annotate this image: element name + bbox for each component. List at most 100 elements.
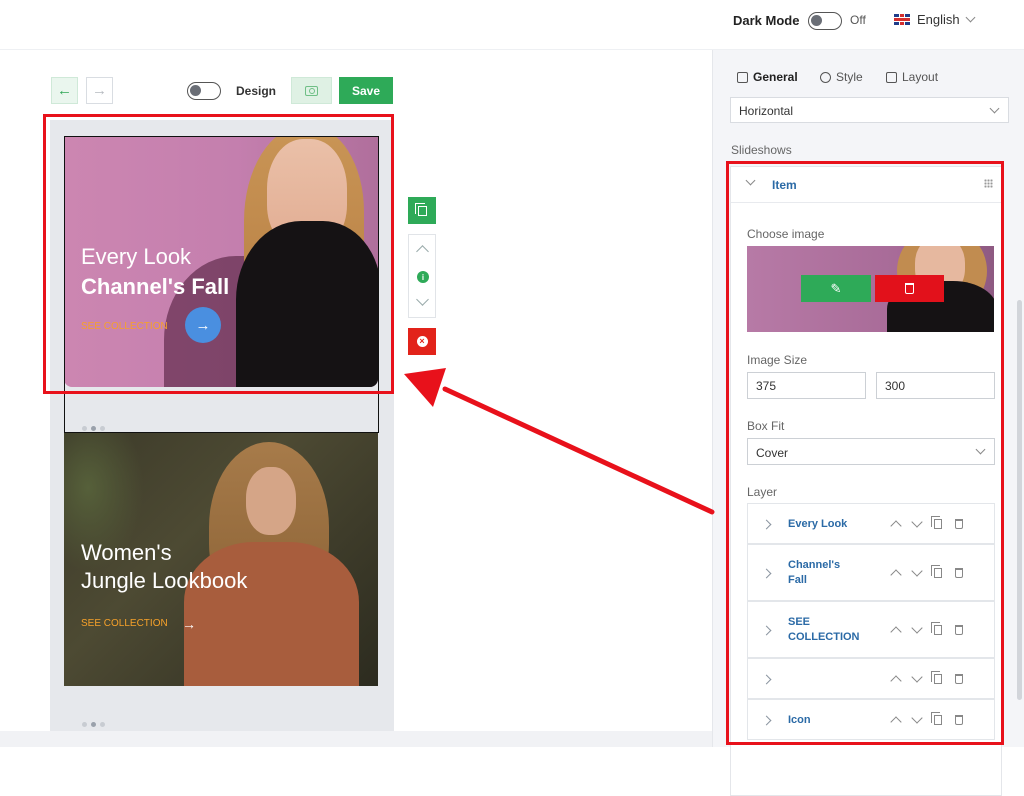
arrow-right-icon[interactable]: →: [182, 616, 196, 632]
pencil-icon: ✎: [830, 280, 842, 296]
edit-image-button[interactable]: ✎: [801, 275, 871, 302]
arrow-left-icon: ←: [57, 82, 72, 99]
direction-select[interactable]: Horizontal: [730, 97, 1009, 123]
chevron-up-icon[interactable]: [416, 245, 429, 258]
dark-mode-state: Off: [850, 13, 866, 27]
slide-2-line2: Jungle Lookbook: [81, 568, 248, 593]
reorder-controls: i: [408, 234, 436, 318]
chevron-up-icon[interactable]: [890, 520, 902, 532]
item-title: Item: [772, 178, 797, 192]
uk-flag-icon: [894, 14, 910, 25]
layer-label: Layer: [747, 485, 778, 499]
box-fit-select[interactable]: Cover: [747, 438, 995, 465]
layer-row[interactable]: Channel's Fall: [747, 544, 995, 601]
box-fit-label: Box Fit: [747, 419, 785, 433]
copy-icon[interactable]: [931, 622, 942, 635]
toggle-knob: [190, 85, 201, 96]
trash-icon[interactable]: [955, 674, 963, 684]
design-label: Design: [236, 84, 277, 98]
tab-label: Layout: [902, 70, 939, 84]
camera-icon: [305, 85, 318, 96]
chevron-right-icon[interactable]: [761, 519, 772, 530]
layer-tools: [890, 712, 963, 728]
layer-tools: [890, 516, 963, 532]
save-button[interactable]: Save: [339, 77, 393, 104]
chevron-down-icon: [989, 103, 1000, 114]
layer-tools: [890, 622, 963, 638]
close-circle-icon: ×: [416, 336, 428, 347]
chevron-right-icon[interactable]: [761, 625, 772, 636]
layout-icon: [886, 71, 897, 83]
arrow-right-icon: →: [195, 316, 211, 334]
image-width-input[interactable]: [747, 372, 866, 399]
layer-row[interactable]: Icon: [747, 699, 995, 740]
tab-label: Style: [836, 70, 863, 84]
chevron-up-icon[interactable]: [890, 626, 902, 638]
chevron-right-icon[interactable]: [761, 674, 772, 685]
design-toggle[interactable]: [187, 82, 221, 100]
copy-icon[interactable]: [931, 565, 942, 578]
chevron-down-icon: [745, 175, 756, 186]
slide-1-cta[interactable]: SEE COLLECTION: [81, 321, 168, 332]
chevron-up-icon[interactable]: [890, 716, 902, 728]
layer-name: Icon: [788, 714, 811, 726]
chevron-down-icon: [965, 12, 976, 23]
copy-icon[interactable]: [931, 671, 942, 684]
chevron-down-icon[interactable]: [911, 622, 923, 634]
layer-row[interactable]: Every Look: [747, 503, 995, 544]
slideshow-item: Item Choose image ✎ Image Size Box Fit C…: [730, 166, 1003, 796]
dark-mode-label: Dark Mode: [733, 13, 800, 28]
chevron-up-icon[interactable]: [890, 675, 902, 687]
slide-2-cta[interactable]: SEE COLLECTION: [81, 618, 168, 629]
back-button[interactable]: ←: [51, 77, 78, 104]
layer-name: Every Look: [788, 518, 848, 530]
trash-icon[interactable]: [955, 519, 963, 529]
layer-tools: [890, 565, 963, 581]
layer-row[interactable]: [747, 658, 995, 699]
panel-scrollbar[interactable]: [1017, 300, 1022, 700]
tab-general[interactable]: General: [737, 70, 798, 84]
copy-icon[interactable]: [931, 712, 942, 725]
slide-2[interactable]: Women's Jungle Lookbook SEE COLLECTION →: [64, 432, 378, 686]
image-size-label: Image Size: [747, 353, 808, 367]
remove-button[interactable]: ×: [408, 328, 436, 355]
chevron-down-icon[interactable]: [416, 293, 429, 306]
settings-panel: General Style Layout Horizontal Slidesho…: [712, 50, 1024, 796]
chevron-down-icon[interactable]: [911, 671, 923, 683]
tab-style[interactable]: Style: [820, 70, 863, 84]
chevron-down-icon[interactable]: [911, 712, 923, 724]
toggle-knob: [811, 15, 822, 26]
chevron-right-icon[interactable]: [761, 568, 772, 579]
tab-label: General: [753, 70, 798, 84]
box-fit-value: Cover: [756, 446, 789, 460]
trash-icon[interactable]: [955, 568, 963, 578]
chevron-down-icon: [975, 444, 986, 455]
image-height-input[interactable]: [876, 372, 995, 399]
screenshot-button[interactable]: [291, 77, 332, 104]
drag-handle-icon[interactable]: [984, 179, 993, 188]
trash-icon: [905, 283, 914, 294]
delete-image-button[interactable]: [875, 275, 944, 302]
chevron-down-icon[interactable]: [911, 565, 923, 577]
copy-icon[interactable]: [931, 516, 942, 529]
layer-row[interactable]: SEE COLLECTION: [747, 601, 995, 658]
duplicate-button[interactable]: [408, 197, 436, 224]
chevron-down-icon[interactable]: [911, 516, 923, 528]
image-thumbnail: ✎: [747, 246, 994, 332]
info-icon[interactable]: i: [417, 271, 429, 283]
layer-tools: [890, 671, 963, 687]
trash-icon[interactable]: [955, 715, 963, 725]
canvas-bottom-strip: [0, 731, 712, 747]
item-header[interactable]: Item: [731, 167, 1003, 203]
language-selector[interactable]: English: [894, 12, 976, 27]
slide-1-line1: Every Look: [81, 244, 192, 269]
layer-name: Channel's Fall: [788, 559, 841, 586]
tab-layout[interactable]: Layout: [886, 70, 938, 84]
chevron-right-icon[interactable]: [761, 715, 772, 726]
slide-1[interactable]: Every Look Channel's Fall SEE COLLECTION…: [64, 136, 378, 387]
slide-1-arrow-button[interactable]: →: [185, 307, 221, 343]
chevron-up-icon[interactable]: [890, 569, 902, 581]
trash-icon[interactable]: [955, 625, 963, 635]
dark-mode-toggle[interactable]: [808, 12, 842, 30]
forward-button[interactable]: →: [86, 77, 113, 104]
